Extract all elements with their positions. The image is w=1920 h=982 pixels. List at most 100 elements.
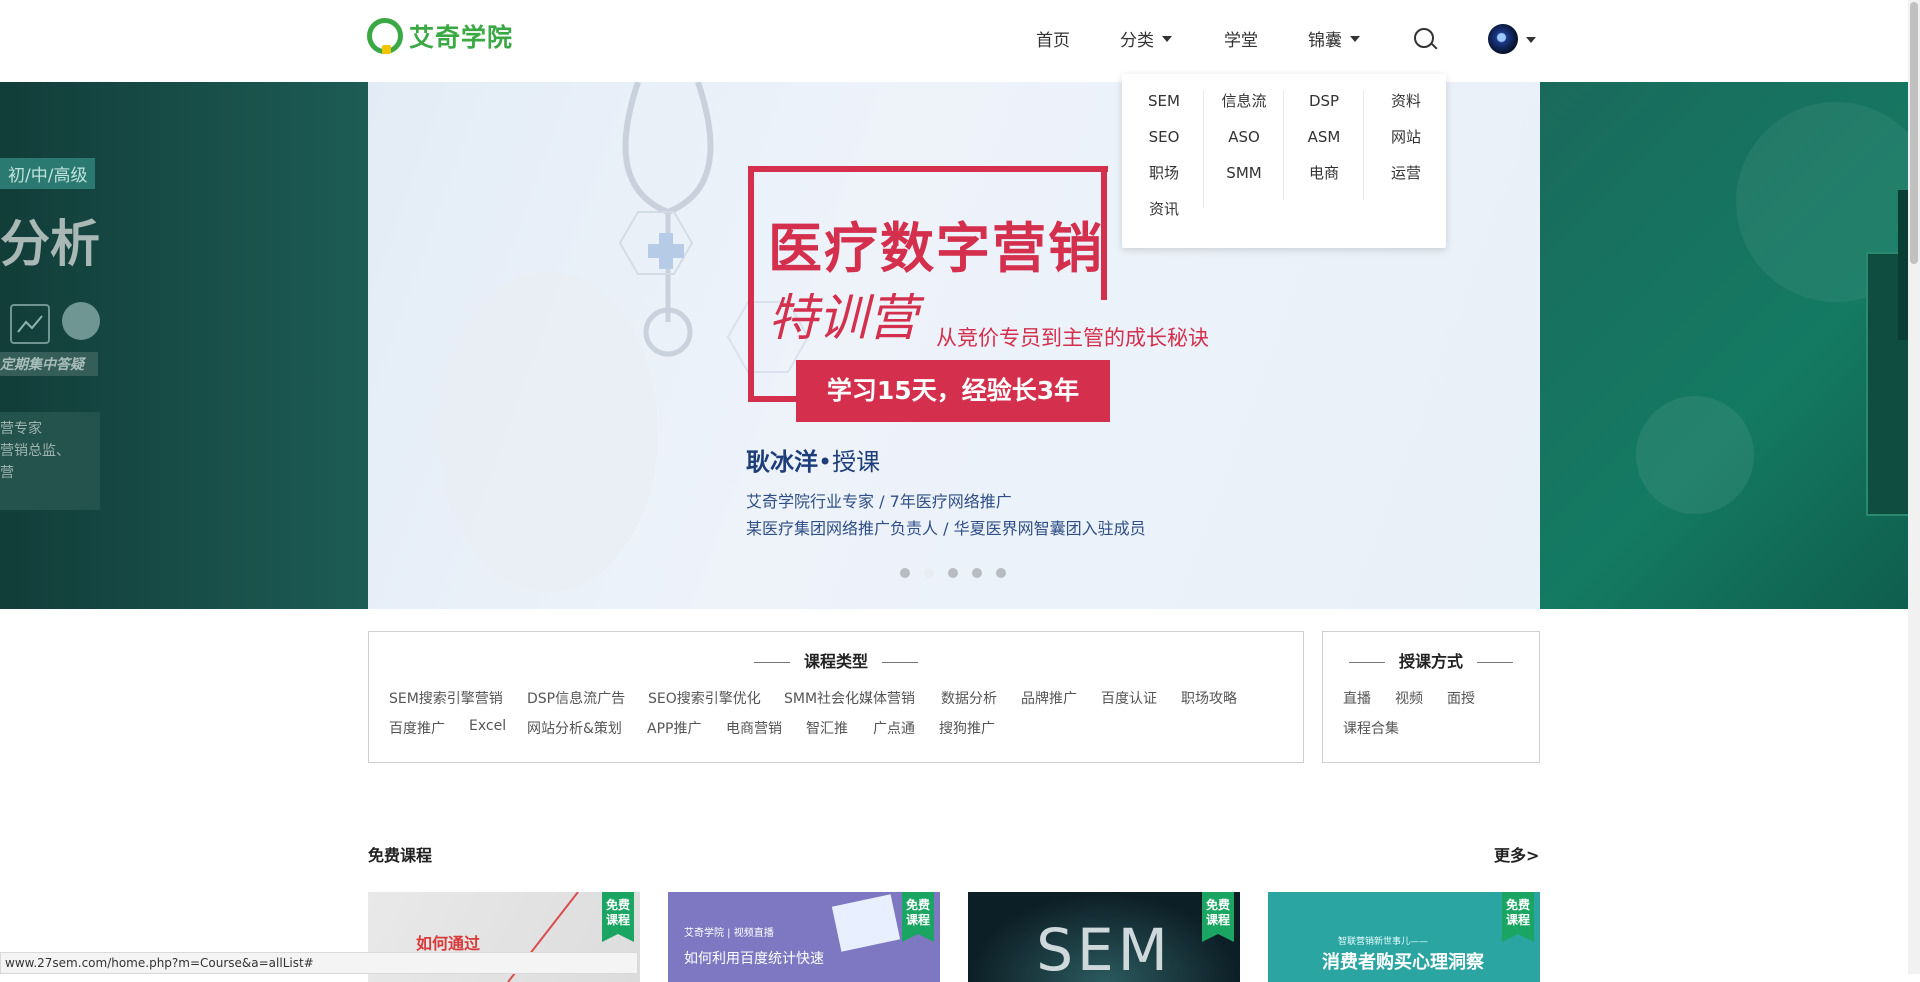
- nav-academy[interactable]: 学堂: [1224, 26, 1258, 51]
- course-type-link[interactable]: 职场攻略: [1181, 688, 1237, 708]
- dropdown-col-3: DSP ASM 电商: [1284, 90, 1364, 198]
- course-type-link[interactable]: SEM搜索引擎营销: [389, 688, 503, 708]
- course-type-link[interactable]: Excel: [469, 718, 506, 734]
- course-type-link[interactable]: 广点通: [873, 718, 915, 738]
- dropdown-item[interactable]: 电商: [1284, 162, 1364, 198]
- banner-prev-slide[interactable]: 初/中/高级 分析 定期集中答疑 营专家 营销总监、 营: [0, 82, 368, 609]
- nav-home[interactable]: 首页: [1036, 26, 1070, 51]
- slide-dot[interactable]: [972, 568, 982, 578]
- teacher-line: 耿冰洋•授课: [746, 442, 880, 477]
- dropdown-item[interactable]: SEO: [1124, 126, 1204, 162]
- course-type-link[interactable]: SEO搜索引擎优化: [648, 688, 761, 708]
- dropdown-item[interactable]: DSP: [1284, 90, 1364, 126]
- course-card[interactable]: 艾奇学院 | 视频直播 如何利用百度统计快速 免费 课程: [668, 892, 940, 982]
- free-badge: 免费 课程: [902, 892, 934, 942]
- title-frame-bottom: [748, 396, 796, 402]
- dropdown-item[interactable]: 职场: [1124, 162, 1204, 198]
- card-illustration: [831, 894, 901, 952]
- prev-slide-tag: 定期集中答疑: [0, 352, 98, 376]
- banner-next-slide[interactable]: [1540, 82, 1908, 609]
- dropdown-item[interactable]: 网站: [1366, 126, 1446, 162]
- prev-slide-line: 营: [0, 465, 14, 481]
- caret-down-icon: [1350, 35, 1360, 42]
- site-logo[interactable]: 艾奇学院: [367, 18, 513, 54]
- course-type-link[interactable]: SMM社会化媒体营销: [784, 688, 915, 708]
- teacher-name: 耿冰洋: [746, 448, 818, 476]
- course-type-link[interactable]: 搜狗推广: [939, 718, 995, 738]
- decor-circle: [1636, 396, 1754, 514]
- free-badge: 免费 课程: [1502, 892, 1534, 942]
- site-header: 艾奇学院 首页 分类 学堂 锦囊: [0, 0, 1908, 80]
- free-badge: 免费 课程: [602, 892, 634, 942]
- teacher-desc-1: 艾奇学院行业专家 / 7年医疗网络推广: [746, 492, 1012, 511]
- nav-tips[interactable]: 锦囊: [1308, 26, 1360, 51]
- teaching-mode-link[interactable]: 课程合集: [1343, 718, 1399, 738]
- teaching-modes-box: 授课方式 直播 视频 面授 课程合集: [1322, 631, 1540, 763]
- teaching-mode-link[interactable]: 视频: [1395, 688, 1423, 708]
- dropdown-item[interactable]: SMM: [1204, 162, 1284, 198]
- free-courses-more-link[interactable]: 更多>: [1494, 842, 1539, 866]
- dropdown-item[interactable]: 资讯: [1124, 198, 1204, 234]
- category-dropdown: SEM SEO 职场 资讯 信息流 ASO SMM DSP ASM 电商 资料 …: [1122, 74, 1446, 248]
- chart-icon: [10, 304, 50, 344]
- course-types-box: 课程类型 SEM搜索引擎营销 DSP信息流广告 SEO搜索引擎优化 SMM社会化…: [368, 631, 1304, 763]
- course-type-link[interactable]: 数据分析: [941, 688, 997, 708]
- dropdown-item[interactable]: 资料: [1366, 90, 1446, 126]
- card-pretitle: 智联营销新世事儿——: [1338, 937, 1429, 947]
- scrollbar-thumb[interactable]: [1910, 2, 1918, 264]
- free-courses-title: 免费课程: [368, 846, 433, 865]
- search-icon[interactable]: [1414, 28, 1434, 48]
- course-type-link[interactable]: 品牌推广: [1021, 688, 1077, 708]
- prev-slide-desc: 营专家 营销总监、 营: [0, 412, 100, 510]
- free-badge-text: 免费 课程: [605, 898, 630, 927]
- free-badge-text: 免费 课程: [1205, 898, 1230, 927]
- prev-slide-line: 营销总监、: [0, 443, 70, 459]
- prev-slide-title: 分析: [0, 215, 100, 273]
- card-brand: 艾奇学院 | 视频直播: [684, 928, 774, 939]
- course-card[interactable]: SEM 免费 课程: [968, 892, 1240, 982]
- course-type-link[interactable]: 智汇推: [806, 718, 848, 738]
- browser-status-url: www.27sem.com/home.php?m=Course&a=allLis…: [0, 952, 638, 974]
- nav-category[interactable]: 分类: [1120, 26, 1172, 51]
- slide-dot[interactable]: [948, 568, 958, 578]
- teacher-desc-2: 某医疗集团网络推广负责人 / 华夏医界网智囊团入驻成员: [746, 519, 1146, 538]
- dropdown-item[interactable]: 信息流: [1204, 90, 1284, 126]
- level-badge: 初/中/高级: [0, 158, 96, 189]
- nav-home-label: 首页: [1036, 31, 1070, 51]
- logo-text: 艾奇学院: [409, 23, 514, 52]
- nav-category-label: 分类: [1120, 31, 1154, 51]
- edit-icon: [62, 302, 100, 340]
- dropdown-item[interactable]: ASM: [1284, 126, 1364, 162]
- banner-cta: 学习15天，经验长3年: [796, 360, 1110, 422]
- teaching-modes-title: 授课方式: [1323, 648, 1539, 672]
- dropdown-item[interactable]: ASO: [1204, 126, 1284, 162]
- course-type-link[interactable]: 网站分析&策划: [527, 718, 622, 738]
- course-type-link[interactable]: 百度认证: [1101, 688, 1157, 708]
- dropdown-col-2: 信息流 ASO SMM: [1204, 90, 1284, 198]
- course-type-link[interactable]: DSP信息流广告: [527, 688, 625, 708]
- teaching-mode-link[interactable]: 面授: [1447, 688, 1475, 708]
- dropdown-divider: [1363, 90, 1364, 200]
- course-type-link[interactable]: 电商营销: [726, 718, 782, 738]
- teaching-mode-link[interactable]: 直播: [1343, 688, 1371, 708]
- slide-dot[interactable]: [900, 568, 910, 578]
- avatar[interactable]: [1488, 24, 1518, 54]
- teacher-role: •授课: [818, 448, 881, 476]
- caret-down-icon[interactable]: [1526, 37, 1536, 43]
- course-type-link[interactable]: 百度推广: [389, 718, 445, 738]
- card-title: 如何利用百度统计快速: [684, 951, 824, 967]
- dropdown-item[interactable]: SEM: [1124, 90, 1204, 126]
- dropdown-item[interactable]: 运营: [1366, 162, 1446, 198]
- course-types-title: 课程类型: [369, 648, 1303, 672]
- decor-bar: [1898, 190, 1908, 340]
- course-card[interactable]: 智联营销新世事儿—— 消费者购买心理洞察 免费 课程: [1268, 892, 1540, 982]
- slide-dot[interactable]: [996, 568, 1006, 578]
- course-type-link[interactable]: APP推广: [647, 718, 701, 738]
- nav-academy-label: 学堂: [1224, 31, 1258, 51]
- caret-down-icon: [1162, 35, 1172, 42]
- slide-dot-active[interactable]: [924, 568, 934, 578]
- banner-script: 特训营: [768, 289, 918, 347]
- banner-title: 医疗数字营销: [768, 217, 1104, 280]
- card-title: 如何通过: [416, 934, 481, 953]
- card-title: SEM: [1036, 916, 1172, 982]
